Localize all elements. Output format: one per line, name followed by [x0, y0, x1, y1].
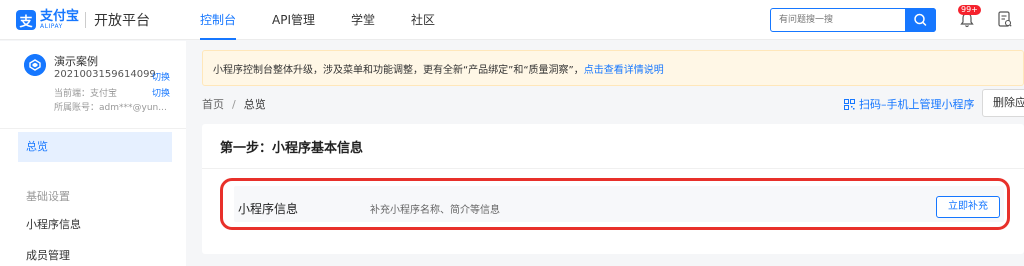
sidebar-group-basic-settings: 基础设置 — [26, 190, 70, 203]
main-nav: 控制台 API管理 学堂 社区 — [200, 0, 471, 40]
account-label: 所属账号：adm***@yun... — [54, 103, 167, 113]
switch-end-link[interactable]: 切换 — [152, 86, 170, 99]
logo-cn: 支付宝 — [40, 9, 80, 24]
scan-qr-label: 扫码–手机上管理小程序 — [859, 98, 975, 111]
logo-divider — [85, 12, 87, 28]
qr-code-icon — [844, 98, 855, 110]
app-info-row: 小程序信息 补充小程序名称、简介等信息 立即补充 — [220, 178, 1010, 230]
delete-app-button[interactable]: 删除应用 — [982, 89, 1024, 117]
step-card-title: 第一步：小程序基本信息 — [220, 141, 364, 156]
alipay-logo[interactable]: 支 支付宝 ALIPAY 开放平台 — [16, 9, 150, 31]
breadcrumb: 首页 / 总览 — [202, 96, 266, 112]
app-info-box — [234, 186, 1004, 222]
sidebar-divider — [0, 128, 186, 129]
sidebar-item-members[interactable]: 成员管理 — [18, 241, 172, 266]
logo-en: ALIPAY — [40, 23, 63, 30]
document-icon[interactable] — [998, 11, 1012, 28]
notice-text-wrap: 小程序控制台整体升级，涉及菜单和功能调整，更有全新“产品绑定”和“质量洞察”，点… — [213, 61, 664, 76]
sidebar-item-overview[interactable]: 总览 — [18, 132, 172, 162]
sidebar: 演示案例 2021003159614099 切换 当前端：支付宝 切换 所属账号… — [0, 41, 186, 266]
top-bar: 支 支付宝 ALIPAY 开放平台 控制台 API管理 学堂 社区 99+ — [0, 0, 1024, 40]
search-input[interactable] — [779, 12, 903, 28]
app-info-label: 小程序信息 — [238, 202, 299, 216]
switch-app-link[interactable]: 切换 — [152, 70, 170, 83]
logo-text: 支付宝 ALIPAY — [40, 10, 79, 30]
fill-now-button[interactable]: 立即补充 — [936, 196, 1000, 218]
app-info-description: 补充小程序名称、简介等信息 — [370, 205, 500, 216]
nav-console[interactable]: 控制台 — [200, 0, 237, 40]
upgrade-notice: 小程序控制台整体升级，涉及菜单和功能调整，更有全新“产品绑定”和“质量洞察”，点… — [202, 50, 1024, 86]
sidebar-item-app-info[interactable]: 小程序信息 — [18, 210, 172, 240]
search-icon — [914, 13, 927, 26]
notice-details-link[interactable]: 点击查看详情说明 — [584, 65, 664, 76]
notice-text: 小程序控制台整体升级，涉及菜单和功能调整，更有全新“产品绑定”和“质量洞察”， — [213, 65, 584, 76]
current-end-label: 当前端：支付宝 — [54, 89, 118, 99]
alipay-logo-mark: 支 — [16, 10, 36, 30]
app-name: 演示案例 — [54, 55, 98, 68]
notification-badge: 99+ — [958, 5, 981, 15]
nav-api[interactable]: API管理 — [272, 0, 315, 40]
breadcrumb-current: 总览 — [243, 98, 266, 111]
breadcrumb-home[interactable]: 首页 — [202, 96, 224, 112]
app-id: 2021003159614099 — [54, 69, 156, 80]
nav-community[interactable]: 社区 — [411, 0, 435, 40]
scan-qr-link[interactable]: 扫码–手机上管理小程序 — [844, 96, 975, 112]
breadcrumb-separator: / — [232, 97, 236, 111]
nav-academy[interactable]: 学堂 — [351, 0, 375, 40]
platform-title: 开放平台 — [94, 13, 151, 29]
search-box — [770, 8, 936, 32]
app-icon — [24, 54, 46, 76]
card-divider — [202, 168, 1024, 169]
search-button[interactable] — [905, 8, 936, 32]
